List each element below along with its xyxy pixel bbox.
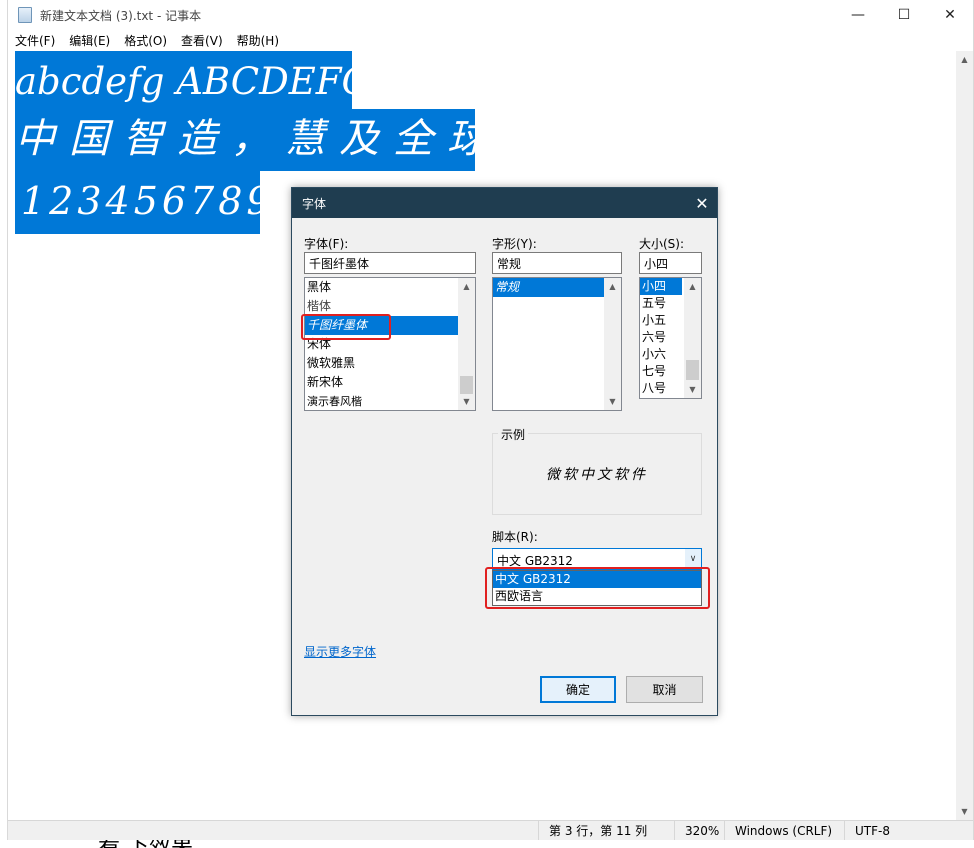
status-position: 第 3 行，第 11 列 [538, 821, 678, 840]
status-encoding: UTF-8 [844, 821, 954, 840]
sample-label: 示例 [498, 426, 529, 443]
font-input[interactable]: 千图纤墨体 [304, 252, 476, 274]
size-label: 大小(S): [639, 237, 685, 251]
menu-help[interactable]: 帮助(H) [237, 32, 286, 49]
list-item[interactable]: 黑体 [305, 278, 475, 297]
scroll-down-icon[interactable]: ▼ [956, 803, 973, 820]
list-item[interactable]: 常规 [493, 278, 604, 297]
sample-text: 微软中文软件 [546, 467, 648, 483]
scroll-down-icon[interactable]: ▼ [604, 393, 621, 410]
scroll-thumb[interactable] [460, 376, 473, 394]
more-fonts-link[interactable]: 显示更多字体 [304, 643, 376, 660]
editor-line: 1234567890 [15, 171, 299, 234]
scroll-up-icon[interactable]: ▲ [604, 278, 621, 295]
chevron-down-icon[interactable]: ∨ [684, 549, 701, 569]
scroll-up-icon[interactable]: ▲ [458, 278, 475, 295]
font-label: 字体(F): [304, 237, 349, 251]
sample-group: 微软中文软件 [492, 433, 702, 515]
ok-button[interactable]: 确定 [540, 676, 616, 703]
menu-edit[interactable]: 编辑(E) [69, 32, 117, 49]
scroll-down-icon[interactable]: ▼ [684, 381, 701, 398]
editor-line: abcdefg ABCDEFG [15, 51, 371, 109]
notepad-icon [18, 7, 32, 23]
menu-format[interactable]: 格式(O) [124, 32, 174, 49]
menu-view[interactable]: 查看(V) [181, 32, 230, 49]
minimize-button[interactable]: — [835, 0, 881, 30]
status-bar: 第 3 行，第 11 列 320% Windows (CRLF) UTF-8 [8, 820, 973, 840]
style-list[interactable]: 常规 ▲ ▼ [492, 277, 622, 411]
scroll-thumb[interactable] [686, 360, 699, 380]
menu-file[interactable]: 文件(F) [15, 32, 62, 49]
editor-line: 中国智造，慧及全球 [15, 109, 487, 171]
style-label: 字形(Y): [492, 237, 537, 251]
size-list-scrollbar[interactable]: ▲ ▼ [684, 278, 701, 398]
style-list-scrollbar[interactable]: ▲ ▼ [604, 278, 621, 410]
size-list[interactable]: 小四 五号 小五 六号 小六 七号 八号 ▲ ▼ [639, 277, 702, 399]
script-select-value: 中文 GB2312 [497, 554, 573, 568]
window-title: 新建文本文档 (3).txt - 记事本 [40, 8, 202, 23]
script-label: 脚本(R): [492, 530, 538, 544]
cancel-button[interactable]: 取消 [626, 676, 703, 703]
font-list[interactable]: 黑体 楷体 千图纤墨体 宋体 微软雅黑 新宋体 演示春风楷 ▲ ▼ [304, 277, 476, 411]
font-list-scrollbar[interactable]: ▲ ▼ [458, 278, 475, 410]
size-input[interactable]: 小四 [639, 252, 702, 274]
vertical-scrollbar[interactable]: ▲ ▼ [956, 51, 973, 820]
status-line-ending: Windows (CRLF) [724, 821, 844, 840]
font-dialog: 字体 ✕ 字体(F): 千图纤墨体 黑体 楷体 千图纤墨体 宋体 微软雅黑 新宋… [291, 187, 718, 716]
menu-bar: 文件(F) 编辑(E) 格式(O) 查看(V) 帮助(H) [8, 30, 973, 50]
highlight-box [485, 567, 710, 609]
list-item[interactable]: 新宋体 [305, 373, 475, 392]
close-button[interactable]: ✕ [927, 0, 973, 30]
scroll-up-icon[interactable]: ▲ [956, 51, 973, 68]
list-item[interactable]: 小四 [640, 278, 682, 295]
maximize-button[interactable]: ☐ [881, 0, 927, 30]
title-bar[interactable]: 新建文本文档 (3).txt - 记事本 — ☐ ✕ [8, 0, 973, 30]
dialog-title[interactable]: 字体 [292, 188, 717, 218]
list-item[interactable]: 演示春风楷 [305, 392, 475, 410]
status-zoom: 320% [674, 821, 726, 840]
scroll-down-icon[interactable]: ▼ [458, 393, 475, 410]
style-input[interactable]: 常规 [492, 252, 622, 274]
highlight-box [301, 314, 391, 340]
dialog-close-icon[interactable]: ✕ [687, 188, 717, 218]
list-item[interactable]: 微软雅黑 [305, 354, 475, 373]
scroll-up-icon[interactable]: ▲ [684, 278, 701, 295]
